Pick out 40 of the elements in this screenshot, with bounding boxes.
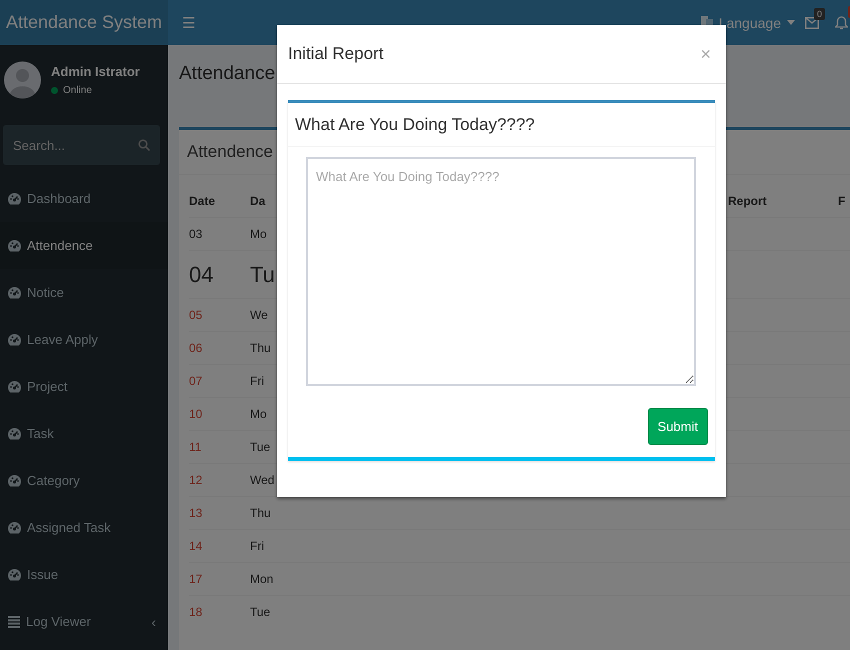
menu-icon[interactable]: ☰	[178, 10, 199, 36]
table-cell: 14	[189, 530, 250, 562]
sidebar-item[interactable]: Category	[0, 457, 168, 504]
submit-button[interactable]: Submit	[648, 408, 708, 445]
sidebar-item[interactable]: Project	[0, 363, 168, 410]
table-cell: 06	[189, 332, 250, 364]
table-cell: 04	[189, 250, 250, 298]
modal-title: Initial Report	[288, 44, 384, 64]
column-header: Report	[728, 185, 838, 218]
report-textarea[interactable]: What Are You Doing Today????	[306, 157, 696, 386]
user-name: Admin Istrator	[51, 64, 140, 79]
table-cell: 05	[189, 298, 250, 332]
app-logo[interactable]: Attendance System	[0, 0, 168, 45]
table-cell: Mon	[250, 562, 728, 596]
sidebar-item[interactable]: Dashboard	[0, 175, 168, 222]
page-title: Attendance	[179, 63, 276, 84]
table-cell: 17	[189, 562, 250, 596]
table-cell: 10	[189, 398, 250, 430]
column-header: Date	[189, 185, 250, 218]
sidebar-item[interactable]: Assigned Task	[0, 504, 168, 551]
table-cell: 12	[189, 464, 250, 496]
sidebar-item[interactable]: Task	[0, 410, 168, 457]
table-cell: Tue	[250, 596, 728, 628]
table-cell: 18	[189, 596, 250, 628]
panel-title: What Are You Doing Today????	[288, 103, 715, 147]
mail-count-badge: 0	[814, 8, 825, 20]
sidebar-item[interactable]: Log Viewer ‹	[0, 598, 168, 645]
search-field[interactable]: Search...	[3, 125, 160, 165]
table-cell: 11	[189, 430, 250, 464]
column-header: F	[838, 185, 850, 218]
table-cell: Fri	[250, 530, 728, 562]
sidebar-item[interactable]: Leave Apply	[0, 316, 168, 363]
sidebar-item[interactable]: Issue	[0, 551, 168, 598]
table-cell: 03	[189, 218, 250, 250]
table-cell: 07	[189, 364, 250, 398]
close-button[interactable]: ×	[696, 44, 715, 64]
chevron-icon: ‹	[151, 614, 160, 630]
user-status: Online	[63, 85, 92, 96]
table-cell: 13	[189, 496, 250, 530]
sidebar-item[interactable]: Notice	[0, 269, 168, 316]
